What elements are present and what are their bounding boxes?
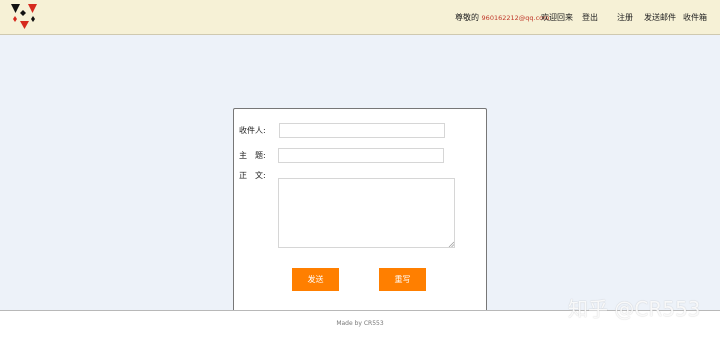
greeting-text: 尊敬的 960162212@qq.com <box>455 12 549 23</box>
watermark: 知乎 @CR553 <box>568 297 701 321</box>
subject-input[interactable] <box>278 148 444 163</box>
body-textarea[interactable] <box>278 178 455 248</box>
logo-icon[interactable] <box>10 2 40 30</box>
recipient-input[interactable] <box>279 123 445 138</box>
greeting-prefix: 尊敬的 <box>455 13 479 22</box>
subject-label: 主 题: <box>239 151 266 160</box>
welcome-text: 欢迎回来 <box>541 13 573 22</box>
register-link[interactable]: 注册 <box>617 12 633 23</box>
compose-form: 收件人: 主 题: 正 文: 发送 重写 <box>233 108 487 314</box>
recipient-label: 收件人: <box>239 126 266 135</box>
rewrite-button[interactable]: 重写 <box>379 268 426 291</box>
main-content: 收件人: 主 题: 正 文: 发送 重写 <box>0 35 720 314</box>
send-mail-link[interactable]: 发送邮件 <box>644 12 676 23</box>
inbox-link[interactable]: 收件箱 <box>683 12 707 23</box>
resize-grip-icon[interactable] <box>448 241 454 247</box>
user-email: 960162212@qq.com <box>481 14 550 22</box>
logout-link[interactable]: 登出 <box>582 12 598 23</box>
top-navbar: 尊敬的 960162212@qq.com 欢迎回来 登出 注册 发送邮件 收件箱 <box>0 0 720 35</box>
body-label: 正 文: <box>239 171 266 180</box>
send-button[interactable]: 发送 <box>292 268 339 291</box>
